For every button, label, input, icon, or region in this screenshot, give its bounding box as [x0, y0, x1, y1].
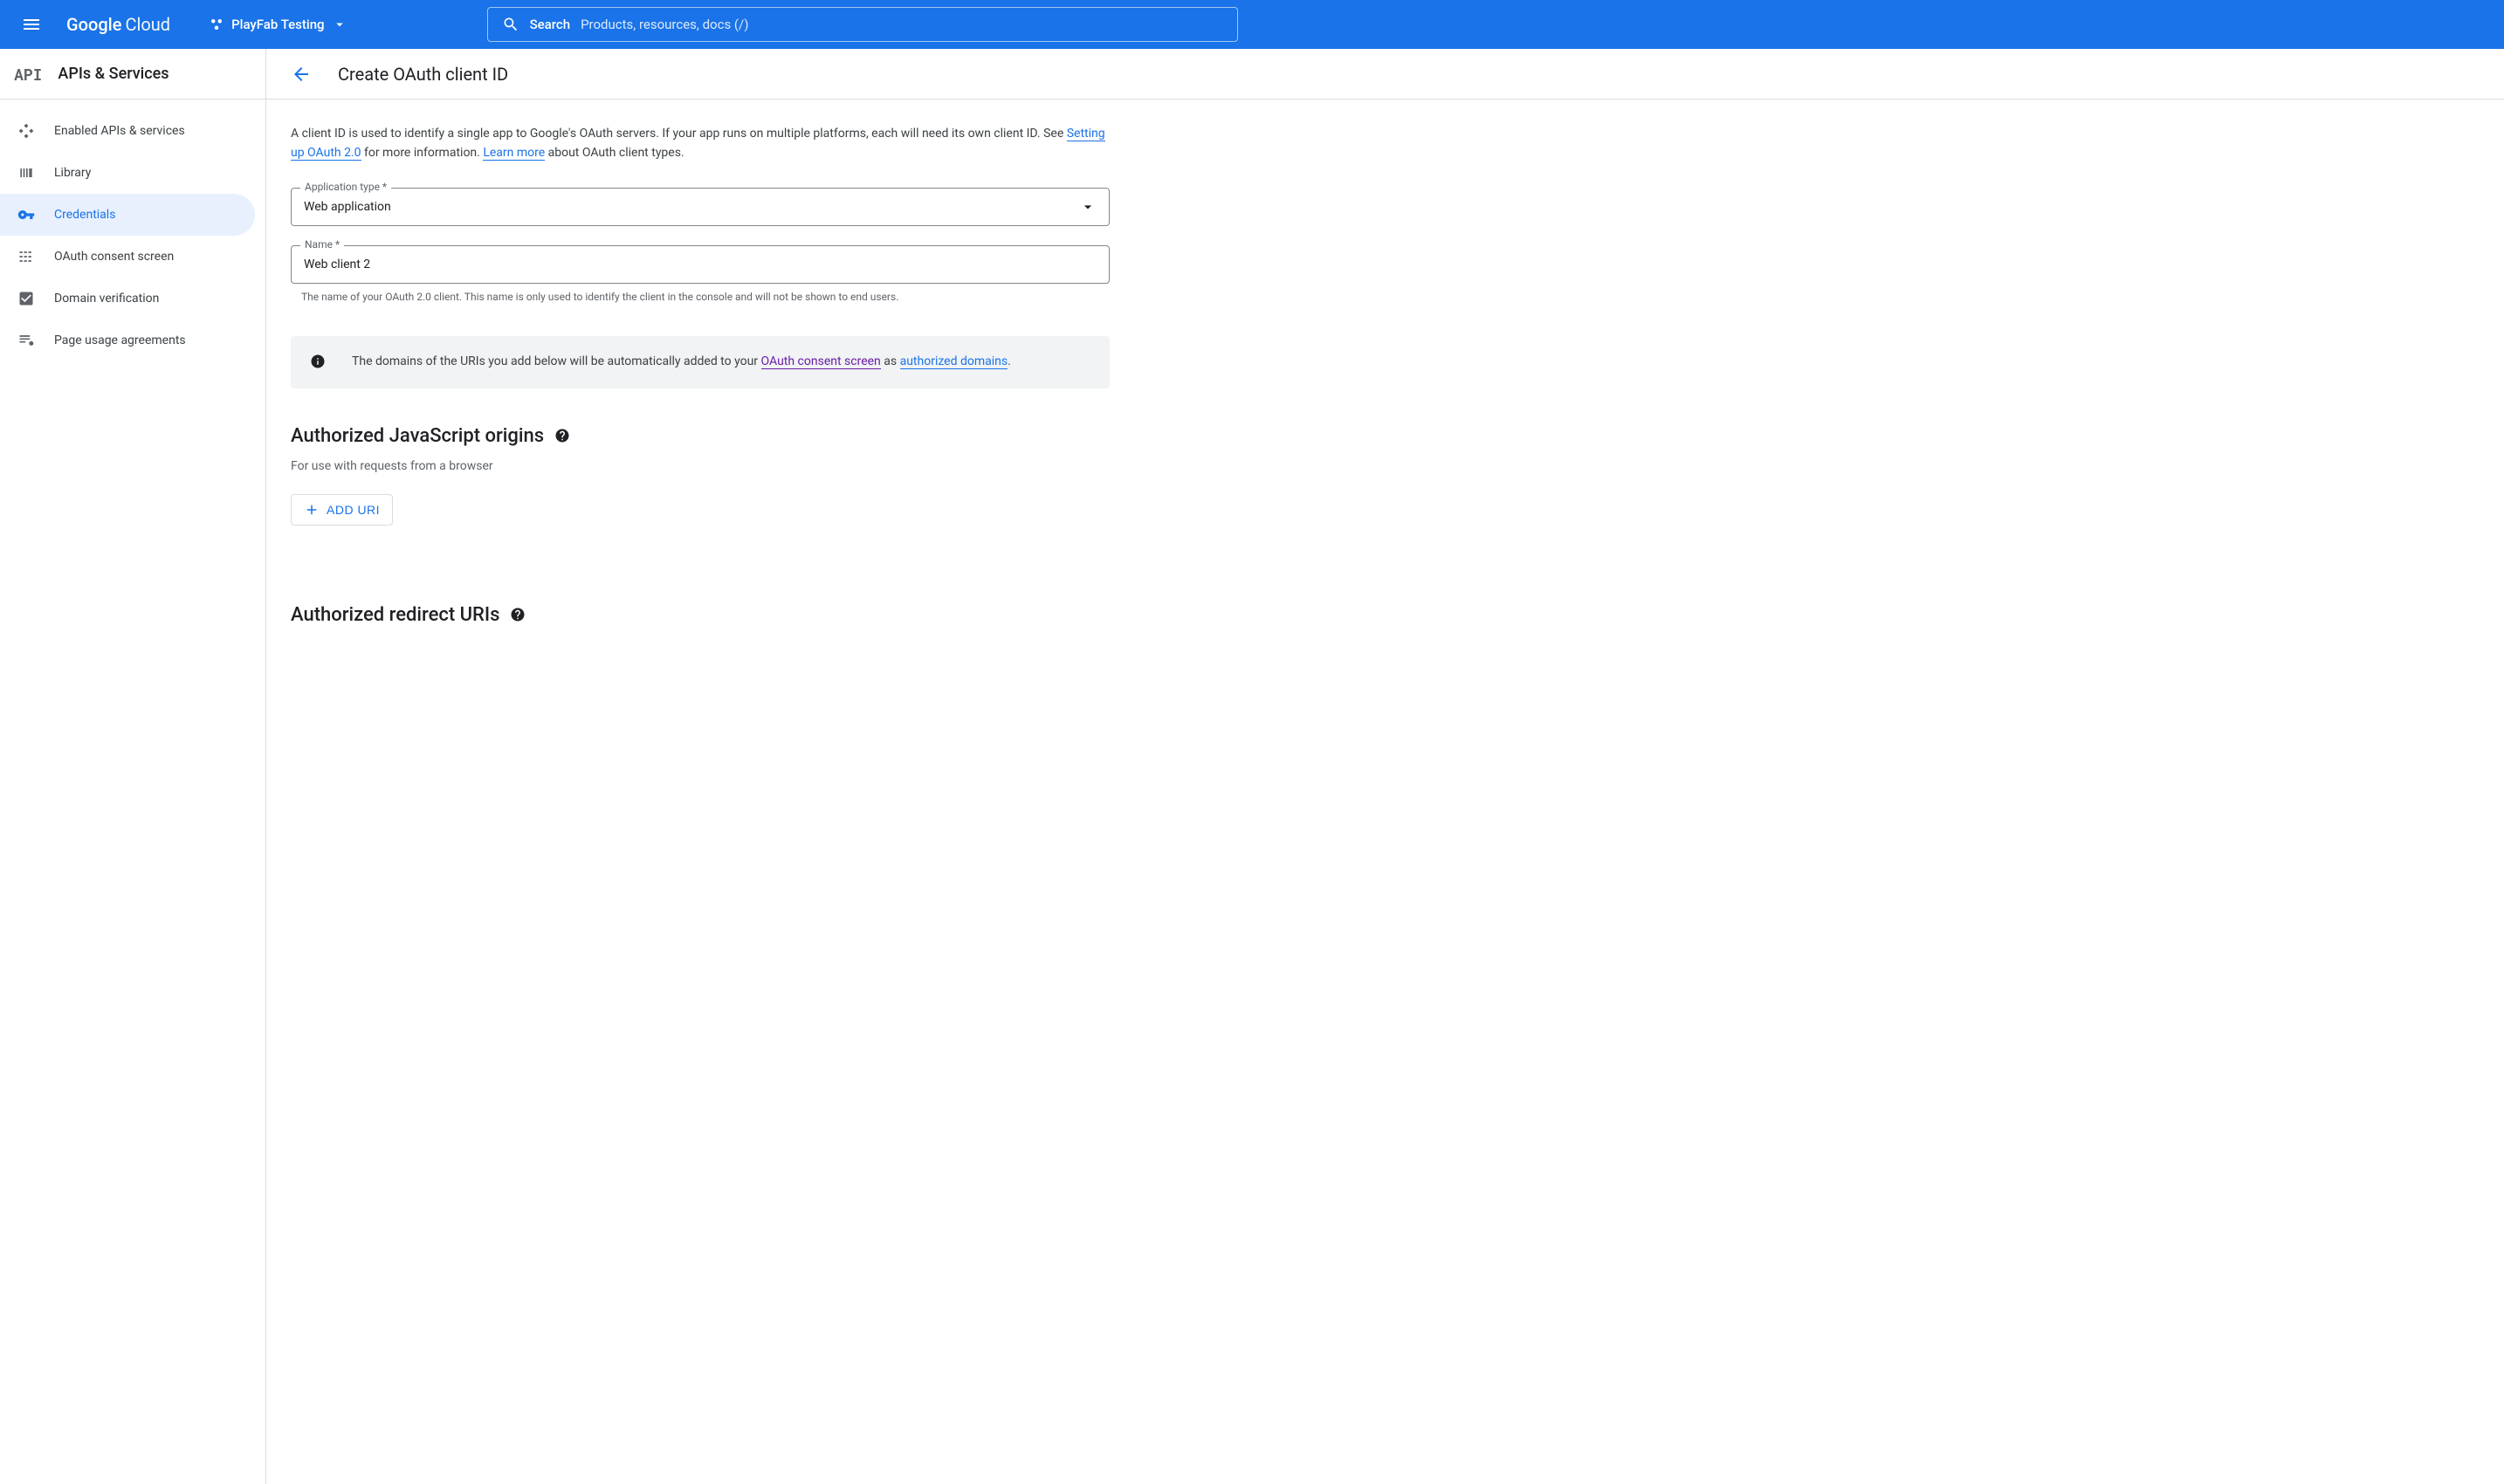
menu-button[interactable]	[10, 3, 52, 45]
redirect-uris-title: Authorized redirect URIs	[291, 604, 1110, 626]
sidebar-item-label: OAuth consent screen	[54, 250, 174, 264]
help-icon[interactable]	[554, 428, 570, 443]
main-header: Create OAuth client ID	[266, 49, 2504, 100]
app-type-select[interactable]: Application type * Web application	[291, 188, 1110, 226]
search-icon	[502, 16, 519, 33]
search-box[interactable]: Search Products, resources, docs (/)	[487, 7, 1238, 42]
nav: Enabled APIs & services Library Credenti…	[0, 100, 265, 372]
sidebar-item-label: Credentials	[54, 208, 115, 222]
name-input[interactable]	[304, 258, 1097, 271]
name-label: Name *	[300, 238, 344, 251]
sidebar-item-label: Library	[54, 166, 91, 180]
app-type-label: Application type *	[300, 181, 391, 193]
sidebar-item-library[interactable]: Library	[0, 152, 255, 194]
sidebar-item-label: Domain verification	[54, 292, 159, 306]
top-header: Google Cloud PlayFab Testing Search Prod…	[0, 0, 2504, 49]
help-icon[interactable]	[510, 607, 526, 622]
sidebar-item-enabled-apis[interactable]: Enabled APIs & services	[0, 110, 255, 152]
content: A client ID is used to identify a single…	[266, 100, 1131, 663]
plus-icon	[304, 502, 320, 518]
name-helper: The name of your OAuth 2.0 client. This …	[291, 284, 1110, 305]
api-logo: API	[14, 64, 42, 85]
sidebar: API APIs & Services Enabled APIs & servi…	[0, 49, 266, 1484]
name-field: Name * The name of your OAuth 2.0 client…	[291, 245, 1110, 305]
app-type-value: Web application	[304, 200, 1079, 214]
search-container: Search Products, resources, docs (/)	[487, 7, 1238, 42]
sidebar-title: APIs & Services	[58, 65, 169, 83]
key-icon	[17, 206, 35, 223]
js-origins-title: Authorized JavaScript origins	[291, 425, 1110, 447]
sidebar-item-page-usage[interactable]: Page usage agreements	[0, 319, 255, 361]
project-selector[interactable]: PlayFab Testing	[198, 17, 358, 32]
add-uri-button[interactable]: ADD URI	[291, 494, 393, 526]
chevron-down-icon	[1079, 198, 1097, 216]
info-box: The domains of the URIs you add below wi…	[291, 336, 1110, 388]
project-name: PlayFab Testing	[231, 17, 325, 32]
learn-more-link[interactable]: Learn more	[483, 146, 545, 161]
info-icon	[310, 354, 326, 369]
main: Create OAuth client ID A client ID is us…	[266, 49, 2504, 1484]
back-button[interactable]	[291, 64, 312, 85]
sidebar-item-oauth-consent[interactable]: OAuth consent screen	[0, 236, 255, 278]
sidebar-item-label: Page usage agreements	[54, 333, 186, 347]
project-icon	[209, 17, 224, 32]
chevron-down-icon	[332, 17, 347, 32]
logo-cloud: Cloud	[125, 14, 170, 35]
oauth-consent-link[interactable]: OAuth consent screen	[761, 354, 881, 369]
list-gear-icon	[17, 332, 35, 349]
logo-google: Google	[66, 14, 121, 35]
library-icon	[17, 164, 35, 182]
logo[interactable]: Google Cloud	[59, 14, 177, 35]
check-box-icon	[17, 290, 35, 307]
search-placeholder: Products, resources, docs (/)	[581, 17, 748, 32]
consent-icon	[17, 248, 35, 265]
app-type-field: Application type * Web application	[291, 188, 1110, 226]
info-text: The domains of the URIs you add below wi…	[352, 352, 1011, 373]
name-input-wrap: Name *	[291, 245, 1110, 284]
sidebar-item-credentials[interactable]: Credentials	[0, 194, 255, 236]
hamburger-icon	[21, 14, 42, 35]
diamond-icon	[17, 122, 35, 140]
page-title: Create OAuth client ID	[338, 64, 508, 85]
sidebar-header: API APIs & Services	[0, 49, 265, 100]
description: A client ID is used to identify a single…	[291, 124, 1110, 163]
sidebar-item-domain-verification[interactable]: Domain verification	[0, 278, 255, 319]
search-label: Search	[530, 17, 571, 32]
sidebar-item-label: Enabled APIs & services	[54, 124, 185, 138]
authorized-domains-link[interactable]: authorized domains	[900, 354, 1008, 369]
js-origins-desc: For use with requests from a browser	[291, 459, 1110, 473]
